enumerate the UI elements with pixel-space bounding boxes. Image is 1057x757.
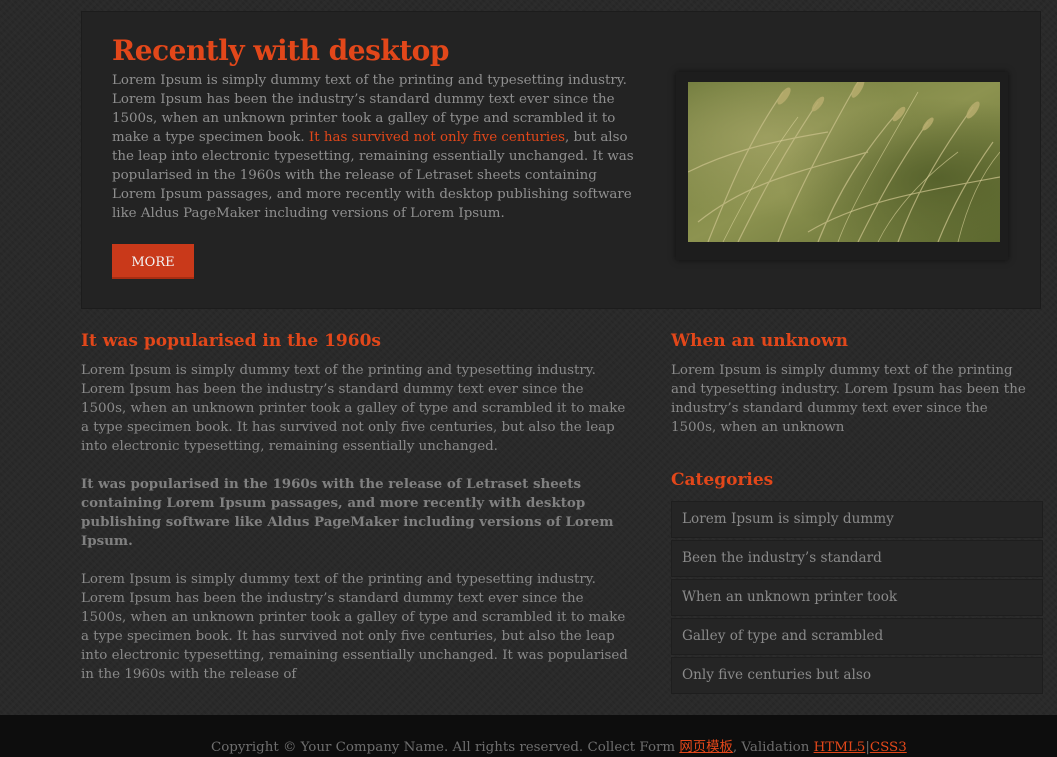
hero-text: Lorem Ipsum is simply dummy text of the … bbox=[112, 71, 642, 223]
right-column: When an unknown Lorem Ipsum is simply du… bbox=[671, 330, 1043, 696]
footer-copyright: Copyright © Your Company Name. All right… bbox=[211, 735, 907, 755]
left-paragraph-2: It was popularised in the 1960s with the… bbox=[81, 476, 614, 549]
right-paragraph: Lorem Ipsum is simply dummy text of the … bbox=[671, 363, 1026, 435]
more-button[interactable]: MORE bbox=[112, 244, 194, 279]
wheat-field-photo bbox=[688, 82, 1000, 242]
left-paragraph-3: Lorem Ipsum is simply dummy text of the … bbox=[81, 572, 628, 682]
left-column: It was popularised in the 1960s Lorem Ip… bbox=[81, 330, 631, 684]
right-section-title: When an unknown bbox=[671, 331, 849, 351]
html5-link[interactable]: HTML5 bbox=[814, 740, 866, 755]
categories-list: Lorem Ipsum is simply dummy Been the ind… bbox=[671, 501, 1043, 694]
left-paragraph-1: Lorem Ipsum is simply dummy text of the … bbox=[81, 363, 626, 454]
left-section-title: It was popularised in the 1960s bbox=[81, 331, 381, 351]
hero-title: Recently with desktop bbox=[112, 34, 449, 67]
hero-panel: Recently with desktop Lorem Ipsum is sim… bbox=[81, 11, 1041, 309]
category-item[interactable]: Galley of type and scrambled bbox=[671, 618, 1043, 655]
hero-text-highlight: It has survived not only five centuries bbox=[308, 130, 565, 145]
hero-image-frame bbox=[676, 72, 1008, 260]
copyright-text: Copyright © Your Company Name. All right… bbox=[211, 740, 680, 755]
category-item[interactable]: Only five centuries but also bbox=[671, 657, 1043, 694]
category-item[interactable]: When an unknown printer took bbox=[671, 579, 1043, 616]
category-item[interactable]: Been the industry’s standard bbox=[671, 540, 1043, 577]
categories-title: Categories bbox=[671, 470, 774, 490]
category-item[interactable]: Lorem Ipsum is simply dummy bbox=[671, 501, 1043, 538]
footer: Copyright © Your Company Name. All right… bbox=[0, 715, 1057, 757]
template-link[interactable]: 网页模板 bbox=[679, 740, 733, 755]
css3-link[interactable]: CSS3 bbox=[870, 740, 907, 755]
validation-text: , Validation bbox=[732, 740, 814, 755]
